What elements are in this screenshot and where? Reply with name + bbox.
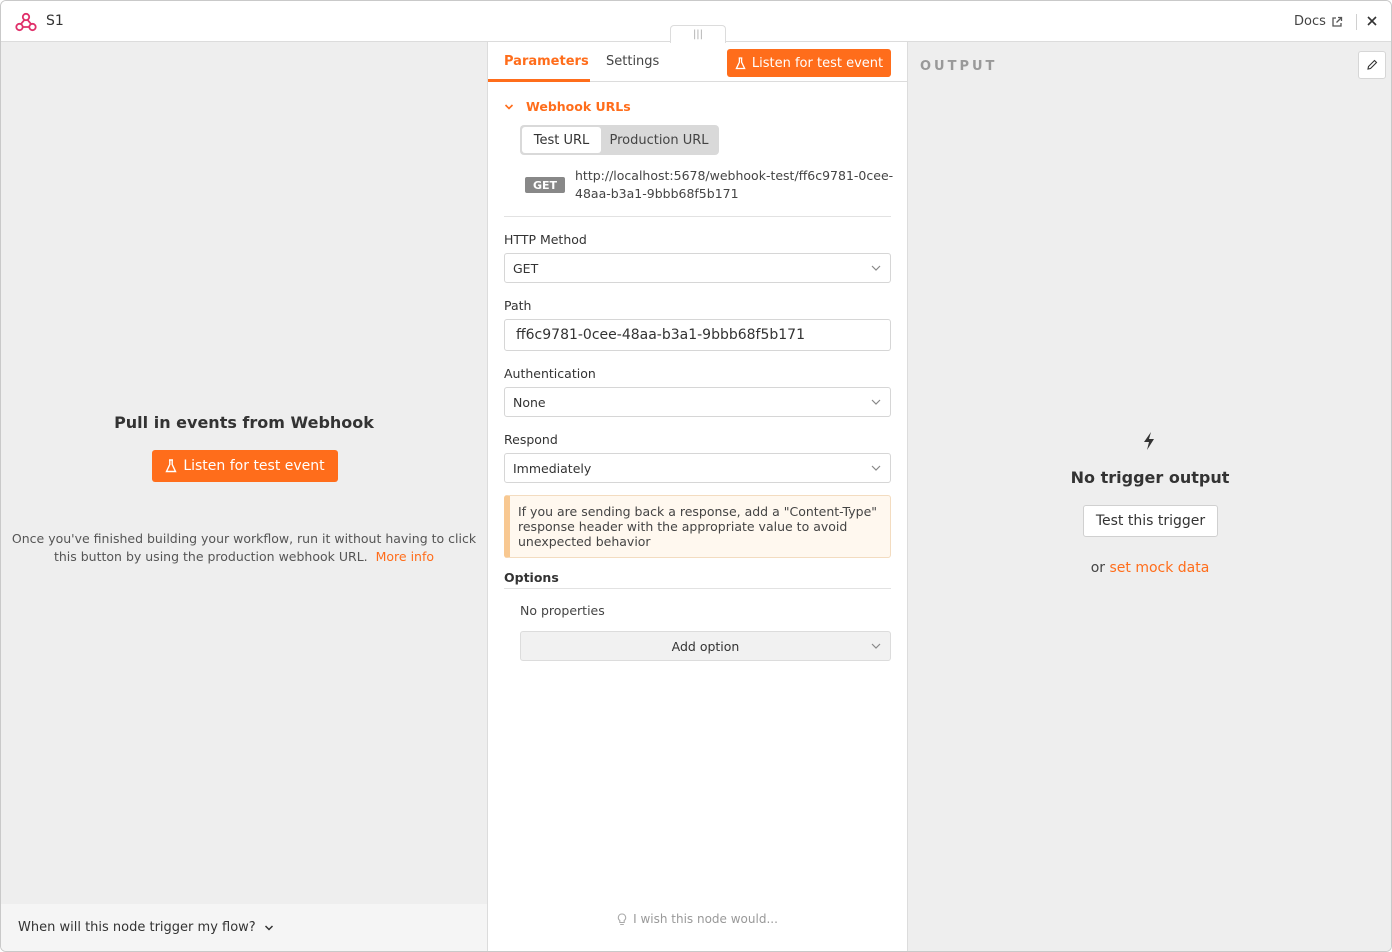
authentication-value: None — [513, 394, 546, 410]
feedback-link[interactable]: I wish this node would... — [488, 912, 907, 926]
http-method-value: GET — [513, 260, 539, 276]
feedback-label: I wish this node would... — [633, 912, 778, 926]
respond-value: Immediately — [513, 460, 592, 476]
webhook-url[interactable]: http://localhost:5678/webhook-test/ff6c9… — [575, 167, 895, 203]
tab-settings[interactable]: Settings — [606, 54, 659, 69]
node-title[interactable]: S1 — [46, 13, 64, 29]
output-label: OUTPUT — [920, 59, 998, 74]
listen-label: Listen for test event — [183, 458, 325, 474]
path-input[interactable]: ff6c9781-0cee-48aa-b3a1-9bbb68f5b171 — [504, 319, 891, 351]
more-info-link[interactable]: More info — [376, 549, 434, 564]
listen-for-test-event-header-button[interactable]: Listen for test event — [727, 49, 891, 77]
respond-select[interactable]: Immediately — [504, 453, 891, 483]
production-url-tab[interactable]: Production URL — [601, 127, 717, 153]
active-tab-indicator — [488, 79, 590, 82]
input-panel: Pull in events from Webhook Listen for t… — [1, 42, 487, 951]
trigger-heading: Pull in events from Webhook — [114, 413, 374, 432]
lightning-bolt-icon — [1144, 432, 1154, 450]
trigger-help-question: When will this node trigger my flow? — [18, 920, 256, 935]
test-trigger-button[interactable]: Test this trigger — [1083, 505, 1218, 537]
flask-icon — [165, 459, 177, 473]
url-type-switch: Test URL Production URL — [520, 125, 719, 155]
no-trigger-output-text: No trigger output — [1070, 468, 1230, 487]
edit-output-button[interactable] — [1358, 51, 1386, 79]
path-value: ff6c9781-0cee-48aa-b3a1-9bbb68f5b171 — [516, 327, 805, 343]
listen-for-test-event-button[interactable]: Listen for test event — [152, 450, 338, 482]
chevron-down-icon — [504, 103, 514, 110]
chevron-down-icon — [871, 265, 881, 271]
external-link-icon — [1332, 16, 1343, 27]
http-method-select[interactable]: GET — [504, 253, 891, 283]
production-url-description: Once you've finished building your workf… — [11, 530, 477, 566]
webhook-urls-label: Webhook URLs — [526, 99, 631, 114]
chevron-down-icon — [871, 465, 881, 471]
method-badge: GET — [525, 177, 565, 193]
chevron-down-icon — [264, 924, 273, 931]
lightbulb-icon — [617, 912, 627, 925]
panel-drag-handle[interactable]: ||| — [670, 25, 726, 43]
trigger-help-footer: When will this node trigger my flow? — [1, 904, 487, 951]
pencil-icon — [1367, 59, 1378, 70]
path-label: Path — [504, 298, 532, 313]
test-url-tab[interactable]: Test URL — [522, 127, 601, 153]
node-details-modal: S1 Docs ||| Pull in events from Webhook … — [0, 0, 1392, 952]
set-mock-data-link[interactable]: set mock data — [1109, 560, 1209, 576]
docs-link[interactable]: Docs — [1294, 14, 1343, 29]
options-label: Options — [504, 570, 559, 585]
docs-label: Docs — [1294, 14, 1326, 29]
respond-label: Respond — [504, 432, 558, 447]
webhook-urls-toggle[interactable]: Webhook URLs — [504, 99, 631, 114]
authentication-label: Authentication — [504, 366, 596, 381]
authentication-select[interactable]: None — [504, 387, 891, 417]
header-separator — [1356, 14, 1357, 30]
chevron-down-icon — [871, 399, 881, 405]
flask-icon — [735, 56, 746, 69]
http-method-label: HTTP Method — [504, 232, 587, 247]
add-option-label: Add option — [671, 638, 740, 654]
options-divider — [504, 588, 891, 589]
tab-parameters[interactable]: Parameters — [504, 54, 589, 69]
panel-tabs: Parameters Settings Listen for test even… — [488, 42, 907, 82]
chevron-down-icon — [871, 643, 881, 649]
parameters-panel: Parameters Settings Listen for test even… — [487, 42, 908, 951]
add-option-button[interactable]: Add option — [520, 631, 891, 661]
mock-data-line: or set mock data — [908, 560, 1391, 576]
webhook-icon — [15, 12, 37, 32]
trigger-help-toggle[interactable]: When will this node trigger my flow? — [18, 920, 274, 935]
output-panel: OUTPUT No trigger output Test this trigg… — [908, 42, 1391, 951]
listen-label: Listen for test event — [751, 55, 884, 71]
close-icon[interactable] — [1364, 13, 1380, 29]
section-divider — [504, 216, 891, 217]
no-properties-text: No properties — [520, 603, 605, 618]
or-text: or — [1090, 560, 1106, 576]
content-type-notice: If you are sending back a response, add … — [504, 495, 891, 558]
